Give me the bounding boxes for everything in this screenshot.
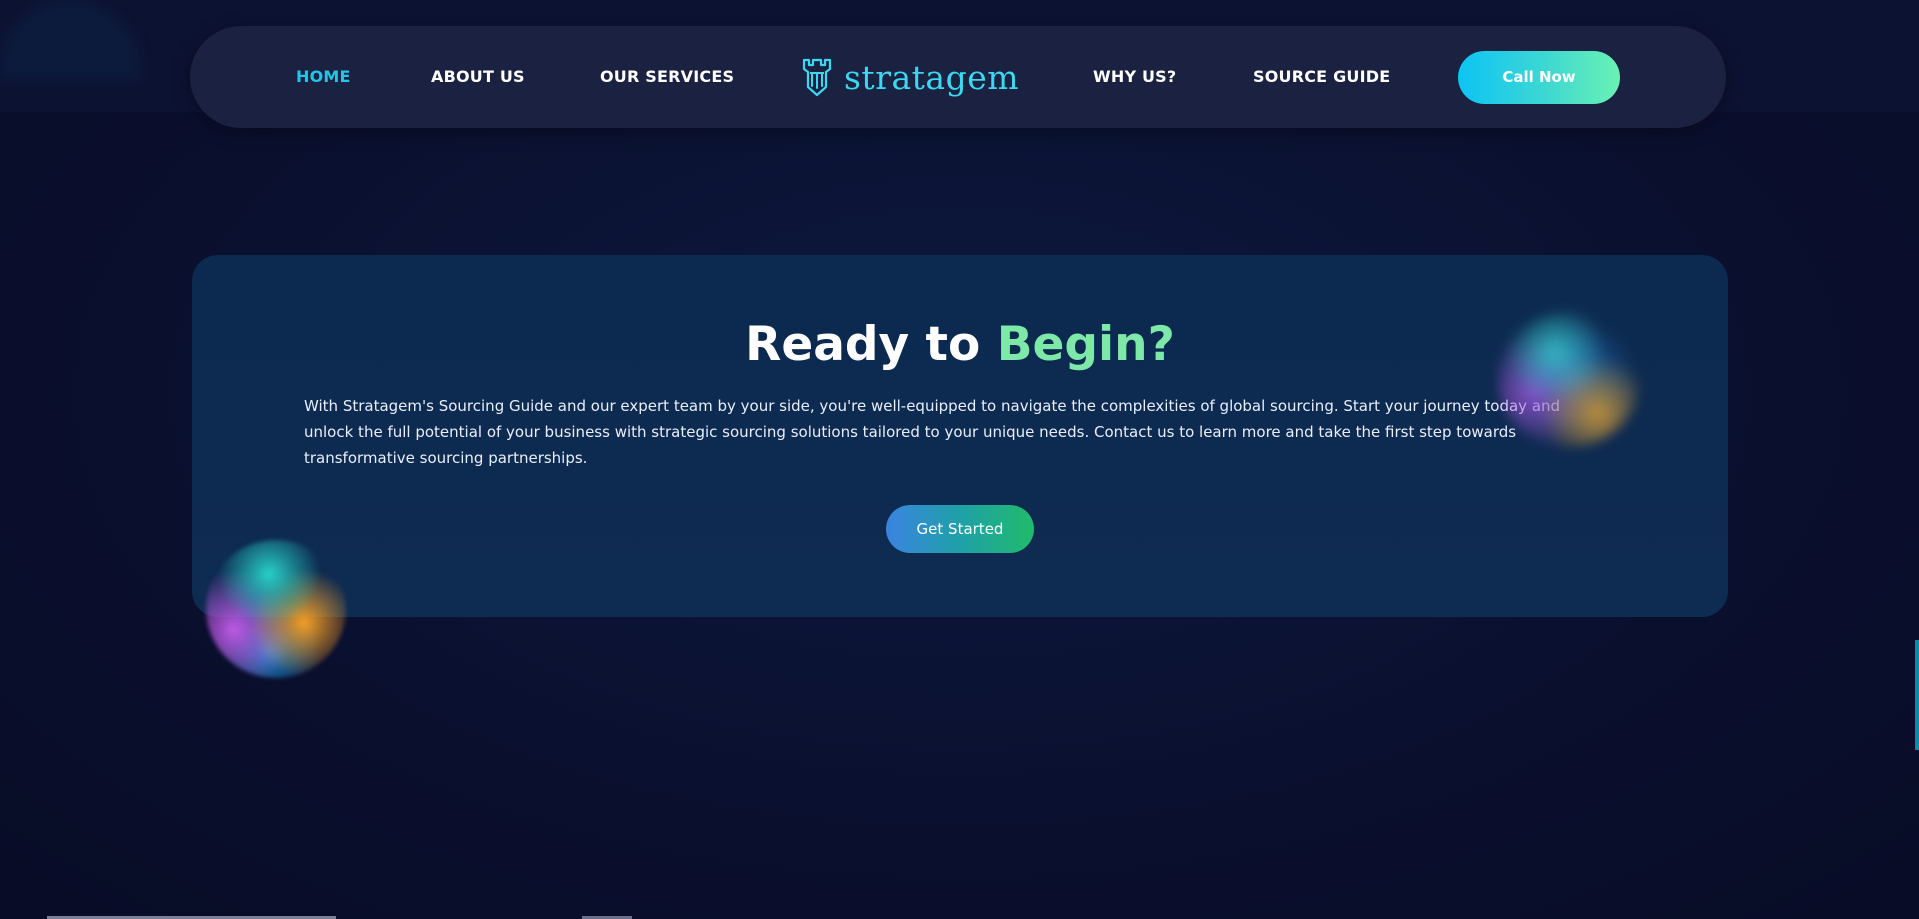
- logo-text: stratagem: [844, 57, 1020, 97]
- section-body-text: With Stratagem's Sourcing Guide and our …: [304, 397, 1561, 467]
- nav-link-why-us[interactable]: WHY US?: [1093, 26, 1176, 128]
- decorative-blob-left: [206, 540, 346, 678]
- ready-to-begin-section: Ready to Begin? With Stratagem's Sourcin…: [192, 255, 1728, 617]
- nav-link-home[interactable]: HOME: [296, 26, 351, 128]
- title-accent: Begin?: [996, 317, 1175, 372]
- nav-link-about-us[interactable]: ABOUT US: [431, 26, 525, 128]
- call-now-button[interactable]: Call Now: [1458, 51, 1620, 104]
- title-prefix: Ready to: [745, 317, 981, 372]
- scrollbar-thumb[interactable]: [1915, 640, 1919, 750]
- nav-link-our-services[interactable]: OUR SERVICES: [600, 26, 734, 128]
- main-navbar: HOME ABOUT US OUR SERVICES stratagem WHY…: [190, 26, 1726, 128]
- site-logo[interactable]: stratagem: [802, 26, 1019, 128]
- castle-tower-icon: [802, 57, 832, 97]
- decorative-blob-right: [1498, 312, 1640, 447]
- nav-link-source-guide[interactable]: SOURCE GUIDE: [1253, 26, 1390, 128]
- section-title: Ready to Begin?: [192, 315, 1728, 375]
- get-started-button[interactable]: Get Started: [886, 505, 1034, 553]
